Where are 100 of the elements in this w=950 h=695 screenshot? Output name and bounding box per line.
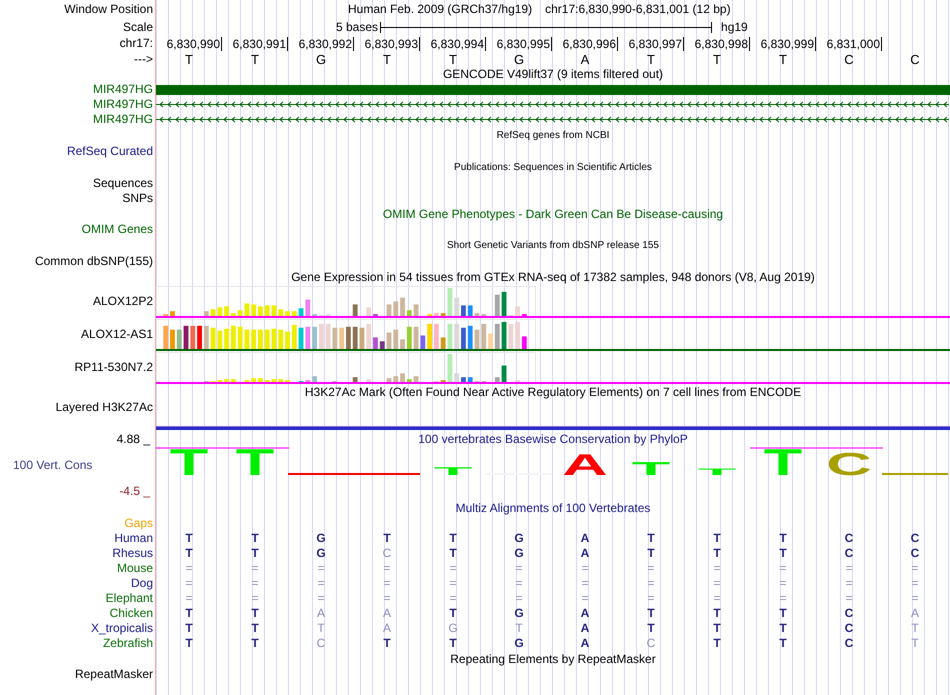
aligned-base: T: [382, 636, 392, 651]
scale-min-label: -4.5 _: [119, 483, 152, 500]
aligned-base: =: [250, 576, 260, 591]
aligned-base: A: [382, 606, 392, 621]
aligned-base: C: [910, 531, 920, 546]
aligned-base: =: [184, 576, 194, 591]
aligned-base: G: [315, 531, 327, 546]
aligned-base: C: [910, 546, 920, 561]
track-title: Repeating Elements by RepeatMasker: [450, 651, 656, 667]
base-letter: G: [314, 52, 328, 66]
aligned-base: =: [316, 561, 326, 576]
aligned-base: =: [382, 561, 392, 576]
track-label[interactable]: RepeatMasker: [74, 667, 153, 681]
species-label[interactable]: Dog: [130, 576, 153, 590]
base-letter: T: [184, 52, 194, 66]
base-letter: T: [250, 52, 260, 66]
aligned-base: C: [844, 546, 854, 561]
track-title: H3K27Ac Mark (Often Found Near Active Regulatory Elements) on 7 cell lines from ENCODE: [304, 384, 802, 400]
aligned-base: C: [844, 621, 854, 636]
aligned-base: T: [448, 531, 458, 546]
ruler-position: 6,830,994: [420, 37, 486, 51]
aligned-base: =: [910, 591, 920, 606]
aligned-base: T: [316, 621, 326, 636]
aligned-base: =: [844, 591, 854, 606]
aligned-base: T: [646, 531, 656, 546]
aligned-base: A: [382, 621, 392, 636]
row-label[interactable]: Scale: [122, 20, 153, 34]
aligned-base: =: [184, 591, 194, 606]
aligned-base: =: [778, 561, 788, 576]
species-label[interactable]: Zebrafish: [102, 636, 153, 650]
aligned-base: T: [514, 621, 524, 636]
aligned-base: =: [778, 591, 788, 606]
species-label[interactable]: X_tropicalis: [90, 621, 153, 635]
aligned-base: =: [316, 591, 326, 606]
logo-letter: T: [434, 464, 472, 478]
aligned-base: T: [778, 606, 788, 621]
aligned-base: =: [580, 576, 590, 591]
aligned-base: T: [250, 546, 260, 561]
aligned-base: =: [448, 561, 458, 576]
gene-label[interactable]: MIR497HG: [92, 82, 153, 96]
aligned-base: =: [580, 561, 590, 576]
track-label[interactable]: Sequences: [92, 176, 153, 190]
track-title: Publications: Sequences in Scientific Articles: [454, 160, 652, 174]
aligned-base: C: [844, 606, 854, 621]
gene-label[interactable]: RP11-530N7.2: [74, 360, 153, 374]
aligned-base: T: [184, 621, 194, 636]
track-label[interactable]: OMIM Genes: [82, 222, 153, 236]
position-label: chr17:6,830,990-6,831,001 (12 bp): [544, 1, 731, 18]
aligned-base: =: [712, 561, 722, 576]
aligned-base: T: [712, 531, 722, 546]
track-title: Gene Expression in 54 tissues from GTEx RNA-seq of 17382 samples, 948 donors (V8, Aug 2019): [291, 269, 815, 285]
aligned-base: =: [910, 576, 920, 591]
aligned-base: T: [646, 621, 656, 636]
aligned-base: =: [778, 576, 788, 591]
species-label[interactable]: Rhesus: [112, 546, 153, 560]
track-label[interactable]: RefSeq Curated: [66, 144, 153, 158]
track-label[interactable]: Layered H3K27Ac: [56, 400, 153, 414]
aligned-base: T: [250, 621, 260, 636]
gene-label[interactable]: MIR497HG: [92, 97, 153, 111]
aligned-base: T: [910, 621, 920, 636]
aligned-base: T: [184, 531, 194, 546]
base-letter: C: [909, 52, 921, 66]
aligned-base: T: [778, 621, 788, 636]
track-label[interactable]: SNPs: [122, 191, 153, 205]
ruler-position: 6,830,999: [750, 37, 816, 51]
track-title: OMIM Gene Phenotypes - Dark Green Can Be Disease-causing: [382, 206, 724, 222]
aligned-base: G: [513, 636, 525, 651]
track-title: GENCODE V49lift37 (9 items filtered out): [442, 66, 664, 82]
species-label[interactable]: Mouse: [116, 561, 153, 575]
aligned-base: T: [646, 546, 656, 561]
row-label[interactable]: --->: [134, 52, 153, 66]
aligned-base: T: [712, 636, 722, 651]
aligned-base: =: [382, 591, 392, 606]
aligned-base: =: [844, 576, 854, 591]
ruler-position: 6,830,992: [288, 37, 354, 51]
aligned-base: T: [712, 546, 722, 561]
aligned-base: A: [580, 621, 590, 636]
base-letter: T: [712, 52, 722, 66]
aligned-base: T: [448, 546, 458, 561]
species-label[interactable]: Chicken: [110, 606, 153, 620]
ruler-position: 6,830,991: [222, 37, 288, 51]
logo-letter: T: [632, 458, 670, 480]
species-label[interactable]: Elephant: [106, 591, 153, 605]
aligned-base: T: [712, 621, 722, 636]
assembly-label: Human Feb. 2009 (GRCh37/hg19): [347, 1, 532, 18]
row-label[interactable]: Window Position: [64, 2, 153, 16]
gene-label[interactable]: ALOX12-AS1: [80, 327, 153, 341]
aligned-base: G: [513, 606, 525, 621]
aligned-base: =: [448, 591, 458, 606]
gene-label[interactable]: ALOX12P2: [92, 294, 153, 308]
aligned-base: T: [448, 606, 458, 621]
aligned-base: =: [844, 561, 854, 576]
track-label[interactable]: Common dbSNP(155): [34, 254, 153, 268]
aligned-base: A: [580, 636, 590, 651]
gene-label[interactable]: MIR497HG: [92, 112, 153, 126]
track-label[interactable]: 100 Vert. Cons: [0, 456, 92, 474]
species-label[interactable]: Human: [114, 531, 153, 545]
aligned-base: T: [382, 531, 392, 546]
aligned-base: A: [580, 531, 590, 546]
row-label[interactable]: chr17:: [120, 36, 153, 50]
